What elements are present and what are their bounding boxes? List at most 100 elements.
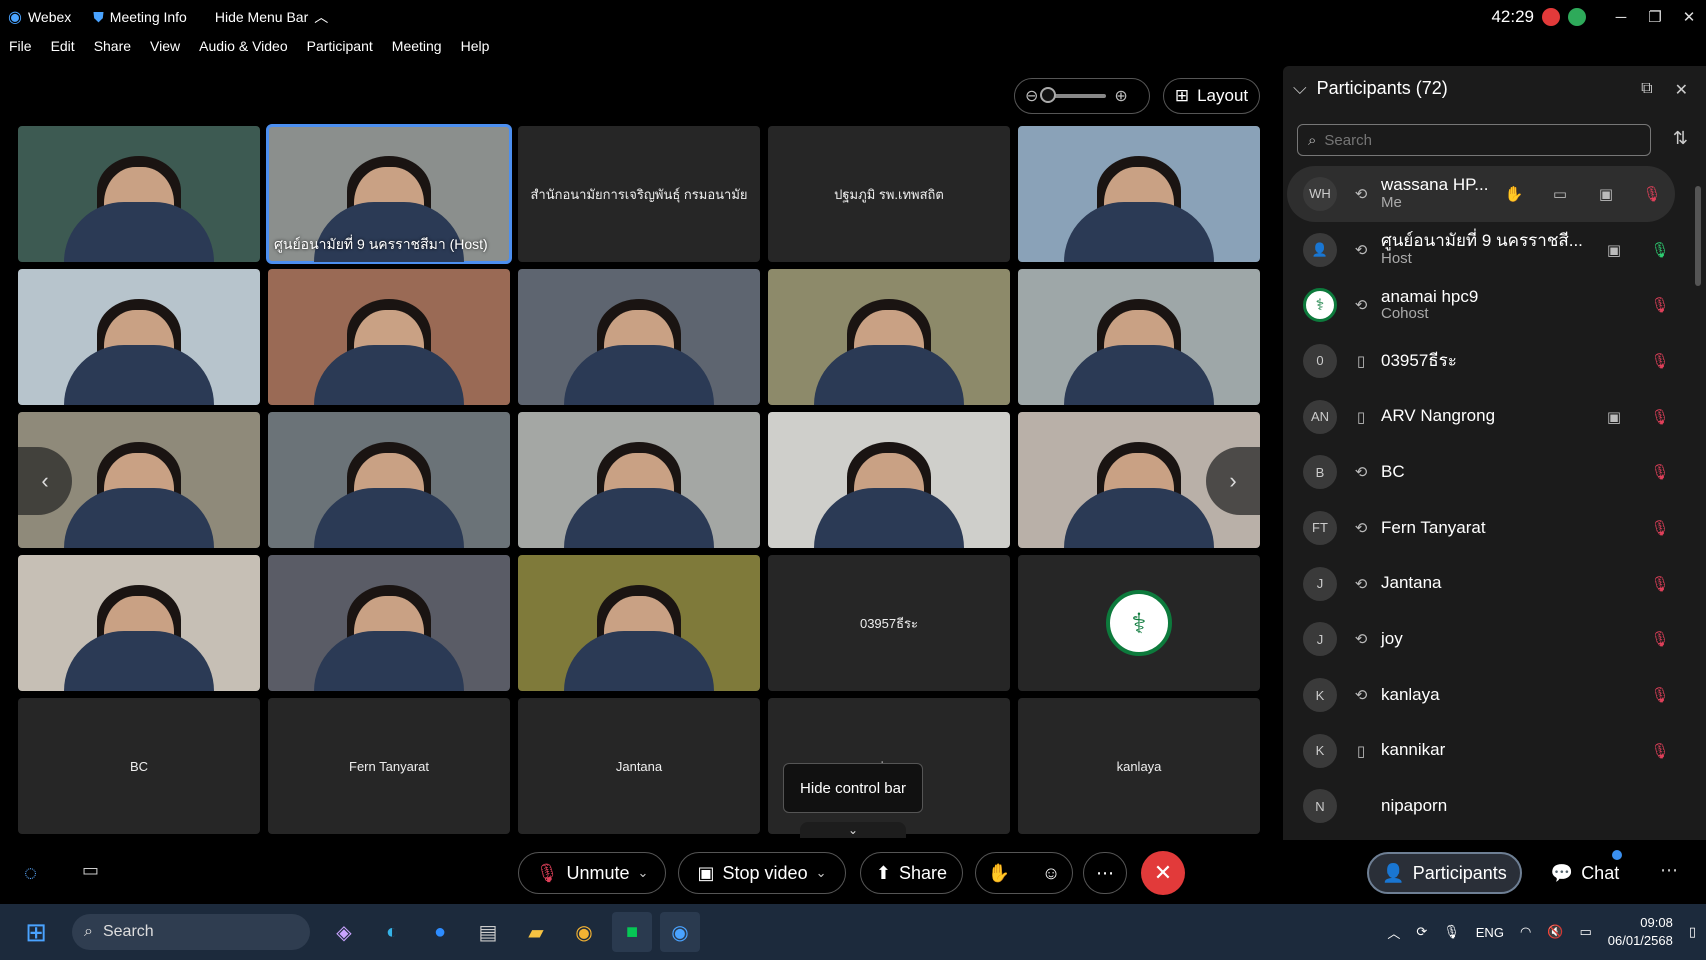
video-tile[interactable]: สำนักอนามัยการเจริญพันธุ์ กรมอนามัย <box>518 126 760 262</box>
start-menu-icon[interactable]: ⊞ <box>16 912 56 952</box>
hide-control-bar-handle[interactable]: ⌄ <box>800 822 906 838</box>
participant-row[interactable]: Nnipaporn <box>1283 779 1683 835</box>
menu-file[interactable]: File <box>9 38 32 60</box>
participant-row[interactable]: AN ▯ ARV Nangrong ▣ 🎙 <box>1283 389 1683 445</box>
copilot-icon[interactable]: ◈ <box>324 912 364 952</box>
video-tile[interactable] <box>268 555 510 691</box>
microphone-muted-icon[interactable]: 🎙 <box>1629 185 1675 203</box>
minimize-button[interactable]: ─ <box>1604 0 1638 34</box>
video-tile[interactable]: 03957ธีระ <box>768 555 1010 691</box>
microphone-muted-tray-icon[interactable]: 🎙 <box>1443 924 1460 940</box>
taskbar-search[interactable]: ⌕ Search <box>72 914 310 950</box>
participant-search-input[interactable] <box>1324 131 1625 149</box>
video-tile[interactable] <box>18 555 260 691</box>
video-tile[interactable] <box>268 412 510 548</box>
taskbar-clock[interactable]: 09:08 06/01/2568 <box>1608 914 1673 950</box>
camera-icon[interactable]: ▣ <box>1591 408 1637 426</box>
camera-icon[interactable]: ▣ <box>1591 241 1637 259</box>
leave-meeting-button[interactable]: ✕ <box>1141 851 1185 895</box>
video-tile[interactable] <box>18 126 260 262</box>
menu-help[interactable]: Help <box>461 38 490 60</box>
microphone-muted-icon[interactable]: 🎙 <box>1637 686 1683 704</box>
participant-row[interactable]: J ⟲ Jantana 🎙 <box>1283 556 1683 612</box>
sync-icon[interactable]: ⟳ <box>1416 924 1427 940</box>
participant-row[interactable]: K ▯ kannikar 🎙 <box>1283 723 1683 779</box>
chevron-down-icon[interactable]: ⌄ <box>637 865 648 881</box>
video-tile[interactable] <box>268 269 510 405</box>
raise-hand-icon[interactable]: ✋ <box>988 863 1010 884</box>
stop-video-button[interactable]: ▣ Stop video ⌄ <box>678 852 846 894</box>
language-indicator[interactable]: ENG <box>1476 925 1504 940</box>
speaker-muted-icon[interactable]: 🔇 <box>1547 924 1563 940</box>
zoom-in-icon[interactable]: ⊕ <box>1114 86 1127 106</box>
menu-view[interactable]: View <box>150 38 180 60</box>
file-explorer-icon[interactable]: ▰ <box>516 912 556 952</box>
close-panel-icon[interactable]: ✕ <box>1675 80 1688 100</box>
edge-icon[interactable]: ◐ <box>372 912 412 952</box>
share-button[interactable]: ⬆ Share <box>860 852 963 894</box>
unmute-button[interactable]: 🎙 Unmute ⌄ <box>518 852 666 894</box>
participant-row[interactable]: J ⟲ joy 🎙 <box>1283 612 1683 668</box>
more-options-button[interactable]: ⋯ <box>1083 852 1127 894</box>
more-icon[interactable]: ⋯ <box>1660 860 1678 881</box>
microphone-muted-icon[interactable]: 🎙 <box>1637 575 1683 593</box>
menu-share[interactable]: Share <box>94 38 131 60</box>
video-tile[interactable]: Fern Tanyarat <box>268 698 510 834</box>
close-button[interactable]: ✕ <box>1672 0 1706 34</box>
menu-participant[interactable]: Participant <box>307 38 373 60</box>
video-tile[interactable]: ศูนย์อนามัยที่ 9 นครราชสีมา (Host) <box>266 124 512 264</box>
chat-button[interactable]: 💬 Chat <box>1540 850 1630 894</box>
participant-row[interactable]: WH ⟲ wassana HP... Me ✋ ▭ ▣ 🎙 <box>1287 166 1675 222</box>
microphone-muted-icon[interactable]: 🎙 <box>1637 408 1683 426</box>
video-tile[interactable]: ปฐมภูมิ รพ.เทพสถิต <box>768 126 1010 262</box>
sort-icon[interactable]: ⇅ <box>1673 128 1688 149</box>
layout-button[interactable]: ⊞ Layout <box>1163 78 1260 114</box>
microphone-muted-icon[interactable]: 🎙 <box>1637 352 1683 370</box>
camera-icon[interactable]: ▣ <box>1583 185 1629 203</box>
menu-meeting[interactable]: Meeting <box>392 38 442 60</box>
computer-icon[interactable]: ▤ <box>468 912 508 952</box>
video-tile[interactable] <box>518 555 760 691</box>
scrollbar-thumb[interactable] <box>1695 186 1701 286</box>
wifi-icon[interactable]: ◠ <box>1520 924 1531 940</box>
menu-audio-video[interactable]: Audio & Video <box>199 38 287 60</box>
network-stats-icon[interactable] <box>1568 8 1586 26</box>
captions-icon[interactable]: ▭ <box>82 860 99 881</box>
video-tile[interactable] <box>1018 269 1260 405</box>
hide-menu-bar-button[interactable]: Hide Menu Bar ︿ <box>215 7 328 27</box>
video-tile[interactable]: ⚕ <box>1018 555 1260 691</box>
chevron-down-icon[interactable]: ⌵ <box>1293 78 1307 99</box>
popout-icon[interactable]: ⧉ <box>1641 80 1652 100</box>
zoom-out-icon[interactable]: ⊖ <box>1025 86 1038 106</box>
line-app-icon[interactable]: ■ <box>612 912 652 952</box>
participant-row[interactable]: 0 ▯ 03957ธีระ 🎙 <box>1283 333 1683 389</box>
restore-button[interactable]: ❐ <box>1638 0 1672 34</box>
participants-button[interactable]: 👤 Participants <box>1367 852 1522 894</box>
video-tile[interactable] <box>1018 126 1260 262</box>
participant-row[interactable]: 👤 ⟲ ศูนย์อนามัยที่ 9 นครราชสี... Host ▣ 🎙 <box>1283 222 1683 278</box>
participant-row[interactable]: FT ⟲ Fern Tanyarat 🎙 <box>1283 500 1683 556</box>
video-tile[interactable]: kanlaya <box>1018 698 1260 834</box>
video-tile[interactable] <box>768 269 1010 405</box>
video-tile[interactable]: BC <box>18 698 260 834</box>
microphone-muted-icon[interactable]: 🎙 <box>1637 742 1683 760</box>
microphone-muted-icon[interactable]: 🎙 <box>1637 630 1683 648</box>
show-hidden-icons-icon[interactable]: ︿ <box>1387 923 1400 942</box>
battery-icon[interactable]: ▭ <box>1579 924 1591 940</box>
zoom-slider[interactable] <box>1040 87 1107 103</box>
webex-assistant-icon[interactable]: ◌ <box>24 860 37 886</box>
raise-hand-icon[interactable]: ✋ <box>1491 185 1537 203</box>
microphone-icon[interactable]: 🎙 <box>1637 241 1683 259</box>
participant-row[interactable]: K ⟲ kanlaya 🎙 <box>1283 667 1683 723</box>
chevron-down-icon[interactable]: ⌄ <box>816 865 827 881</box>
video-tile[interactable]: Jantana <box>518 698 760 834</box>
emoji-icon[interactable]: ☺ <box>1042 863 1060 884</box>
video-tile[interactable] <box>518 269 760 405</box>
video-tile[interactable] <box>518 412 760 548</box>
zoom-slider-knob[interactable] <box>1040 87 1057 103</box>
zoom-app-icon[interactable]: ● <box>420 912 460 952</box>
participant-row[interactable]: ⚕ ⟲ anamai hpc9 Cohost 🎙 <box>1283 277 1683 333</box>
participant-search[interactable]: ⌕ <box>1297 124 1651 156</box>
menu-edit[interactable]: Edit <box>51 38 75 60</box>
recording-icon[interactable] <box>1542 8 1560 26</box>
